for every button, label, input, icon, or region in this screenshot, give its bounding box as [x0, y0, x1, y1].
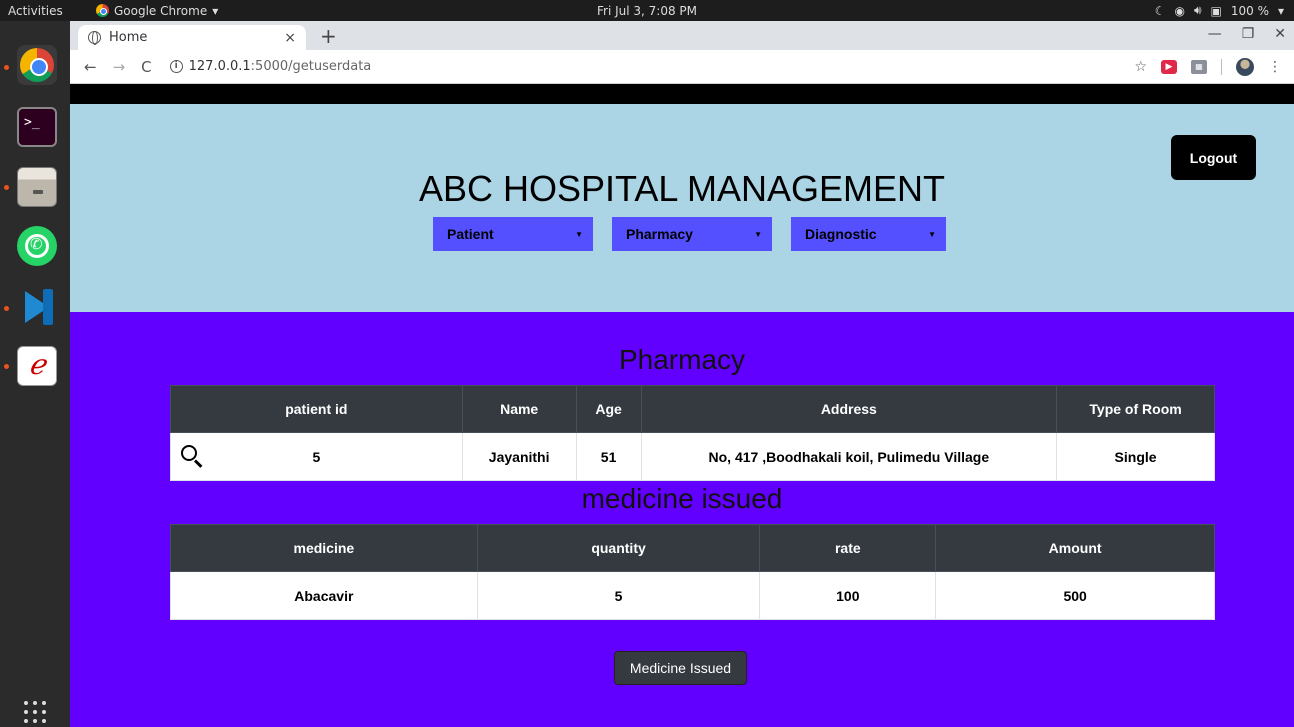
close-icon[interactable]: ✕	[1274, 26, 1286, 42]
chevron-down-icon: ▾	[1277, 3, 1284, 18]
page-title: ABC HOSPITAL MANAGEMENT	[418, 168, 946, 209]
diagnostic-select[interactable]: Diagnostic ▼	[791, 217, 946, 251]
medicine-name-cell: Abacavir	[170, 571, 478, 620]
running-indicator	[4, 65, 9, 70]
column-header: Age	[575, 385, 642, 433]
restore-icon[interactable]: ❐	[1242, 26, 1255, 42]
column-header: Name	[461, 385, 577, 433]
dock-vscode-icon[interactable]	[17, 287, 57, 327]
browser-toolbar: ← → C i 127.0.0.1 :5000/getuserdata ☆ ▶ …	[70, 50, 1294, 84]
wifi-icon: ◉	[1174, 3, 1185, 18]
patient-select-label: Patient	[447, 226, 494, 242]
patient-select[interactable]: Patient ▼	[433, 217, 593, 251]
dock-terminal-icon[interactable]: >_	[17, 107, 57, 147]
column-header: quantity	[476, 524, 761, 572]
bookmark-star-icon[interactable]: ☆	[1134, 59, 1147, 75]
running-indicator	[4, 185, 9, 190]
patient-id-cell: 5	[170, 432, 463, 481]
system-top-bar: Activities Google Chrome ▾ Fri Jul 3, 7:…	[0, 0, 1294, 21]
activities-button[interactable]: Activities	[0, 4, 96, 18]
window-controls: — ❐ ✕	[1208, 26, 1286, 42]
pharmacy-select[interactable]: Pharmacy ▼	[612, 217, 772, 251]
nav-menus: Patient ▼ Pharmacy ▼ Diagnostic ▼	[433, 217, 965, 251]
globe-icon	[88, 31, 101, 45]
column-header: patient id	[170, 385, 463, 433]
browser-tab[interactable]: Home ×	[78, 25, 306, 50]
browser-tab-strip: Home × + — ❐ ✕	[70, 21, 1294, 50]
volume-icon: 🔊︎	[1193, 3, 1202, 17]
dock-whatsapp-icon[interactable]	[17, 226, 57, 266]
medicine-issued-button[interactable]: Medicine Issued	[614, 651, 747, 685]
caret-down-icon: ▼	[575, 229, 583, 239]
caret-down-icon: ▼	[754, 229, 762, 239]
patient-id-value: 5	[312, 448, 321, 465]
search-icon[interactable]	[181, 445, 197, 461]
profile-avatar[interactable]	[1236, 58, 1254, 76]
battery-icon: ▣	[1210, 3, 1222, 18]
extension-red-icon[interactable]: ▶	[1161, 60, 1177, 74]
patient-name-cell: Jayanithi	[461, 432, 577, 481]
table-row: 5 Jayanithi 51 No, 417 ,Boodhakali koil,…	[170, 432, 1215, 481]
running-indicator	[4, 306, 9, 311]
battery-percent: 100 %	[1230, 3, 1269, 18]
app-menu-label: Google Chrome	[114, 3, 208, 18]
column-header: rate	[759, 524, 937, 572]
running-indicator	[4, 364, 9, 369]
chevron-down-icon: ▾	[212, 3, 219, 18]
column-header: Address	[640, 385, 1058, 433]
forward-icon[interactable]: →	[113, 58, 126, 76]
extension-grey-icon[interactable]: ▦	[1191, 60, 1207, 74]
dock-document-viewer-icon[interactable]: ℯ	[17, 346, 57, 386]
column-header: Amount	[935, 524, 1215, 572]
more-menu-icon[interactable]: ⋮	[1268, 59, 1282, 75]
url-path: :5000/getuserdata	[250, 59, 372, 74]
minimize-icon[interactable]: —	[1208, 26, 1222, 42]
diagnostic-select-label: Diagnostic	[805, 226, 877, 242]
new-tab-button[interactable]: +	[320, 24, 337, 48]
moon-icon: ☾	[1154, 3, 1166, 18]
rate-cell: 100	[759, 571, 937, 620]
show-applications-icon[interactable]	[24, 701, 46, 723]
dock: >_ ℯ	[0, 21, 70, 727]
system-tray[interactable]: ☾ ◉ 🔊︎ ▣ 100 % ▾	[1155, 0, 1284, 21]
reload-icon[interactable]: C	[141, 58, 151, 76]
table-header-row: patient id Name Age Address Type of Room	[170, 385, 1215, 433]
patient-age-cell: 51	[575, 432, 642, 481]
quantity-cell: 5	[476, 571, 761, 620]
web-page: Logout ABC HOSPITAL MANAGEMENT Patient ▼…	[70, 84, 1294, 727]
dock-chrome-icon[interactable]	[17, 45, 57, 85]
medicine-section-title: medicine issued	[581, 483, 783, 514]
chrome-icon	[96, 4, 109, 17]
amount-cell: 500	[935, 571, 1215, 620]
address-bar[interactable]: i 127.0.0.1 :5000/getuserdata	[169, 59, 372, 74]
app-menu[interactable]: Google Chrome ▾	[96, 4, 218, 18]
page-header: Logout ABC HOSPITAL MANAGEMENT Patient ▼…	[70, 104, 1294, 312]
back-icon[interactable]: ←	[84, 58, 97, 76]
medicine-table: medicine quantity rate Amount Abacavir 5…	[170, 524, 1215, 620]
tab-title: Home	[109, 30, 148, 45]
column-header: Type of Room	[1056, 385, 1215, 433]
main-content: Pharmacy patient id Name Age Address Typ…	[70, 312, 1294, 727]
pharmacy-select-label: Pharmacy	[626, 226, 693, 242]
patient-address-cell: No, 417 ,Boodhakali koil, Pulimedu Villa…	[640, 432, 1058, 481]
patient-table: patient id Name Age Address Type of Room…	[170, 385, 1215, 481]
table-row: Abacavir 5 100 500	[170, 571, 1215, 620]
tab-close-icon[interactable]: ×	[284, 30, 296, 46]
url-host: 127.0.0.1	[188, 59, 251, 74]
room-type-cell: Single	[1056, 432, 1215, 481]
table-header-row: medicine quantity rate Amount	[170, 524, 1215, 572]
column-header: medicine	[170, 524, 478, 572]
section-title: Pharmacy	[618, 344, 746, 375]
toolbar-divider	[1221, 59, 1222, 75]
info-icon[interactable]: i	[169, 60, 183, 73]
dock-files-icon[interactable]	[17, 167, 57, 207]
caret-down-icon: ▼	[928, 229, 936, 239]
